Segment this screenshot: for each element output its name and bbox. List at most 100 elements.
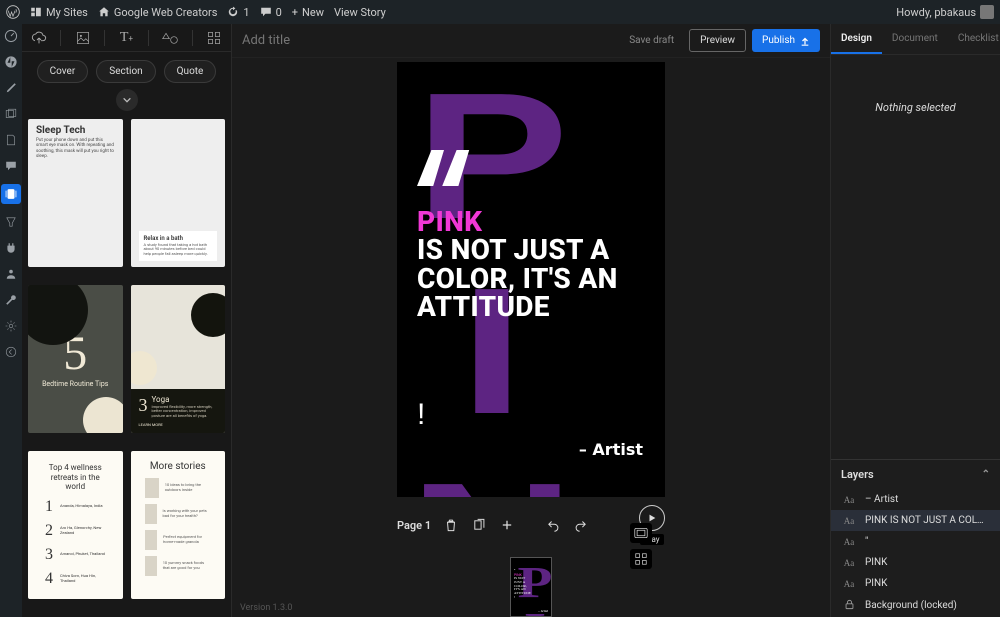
howdy-label: Howdy, pbakaus: [896, 6, 976, 19]
template-card[interactable]: 3 Yoga Improved flexibility, more streng…: [131, 285, 226, 433]
template-grid: Sleep Tech Put your phone down and put t…: [22, 117, 231, 617]
list-num: 2: [44, 522, 54, 540]
page-action-bar: Page 1 Play: [397, 497, 665, 553]
save-draft-button[interactable]: Save draft: [620, 30, 683, 51]
howdy-link[interactable]: Howdy, pbakaus: [896, 5, 994, 19]
quote-text: PINK IS NOT JUST A COLOR, IT'S AN ATTITU…: [417, 208, 645, 322]
rail-appearance[interactable]: [3, 214, 19, 230]
template-title: More stories: [139, 461, 218, 472]
rail-jetpack[interactable]: [3, 54, 19, 70]
tool-shapes[interactable]: [158, 28, 182, 48]
rail-posts[interactable]: [3, 80, 19, 96]
rail-comments[interactable]: [3, 158, 19, 174]
template-card[interactable]: More stories 10 ideas to bring the outdo…: [131, 451, 226, 599]
layer-label: PINK: [865, 557, 990, 568]
tool-upload[interactable]: [27, 28, 51, 48]
list-thumb: [145, 556, 157, 576]
tab-design[interactable]: Design: [831, 24, 882, 54]
page-carousel: PINK “PINKIS NOTJUST ACOLOR,IT'S ANATTIT…: [510, 557, 552, 617]
tool-media[interactable]: [71, 28, 95, 48]
story-canvas[interactable]: PINK PINK IS NOT JUST A COLOR, IT'S AN A…: [397, 62, 665, 497]
chevron-down-icon: [122, 95, 132, 105]
wp-logo[interactable]: [6, 5, 20, 19]
template-card[interactable]: Sleep Tech Put your phone down and put t…: [28, 119, 123, 267]
template-sub: A study found that taking a hot bath abo…: [144, 243, 213, 257]
story-title-input[interactable]: [242, 33, 542, 48]
template-card[interactable]: Relax in a bath A study found that takin…: [131, 119, 226, 267]
text-layer-icon: Aa: [841, 495, 857, 505]
tab-section[interactable]: Section: [96, 60, 155, 83]
avatar: [980, 5, 994, 19]
rail-media[interactable]: [3, 106, 19, 122]
delete-page-button[interactable]: [443, 517, 459, 533]
rail-collapse[interactable]: [3, 344, 19, 360]
float-view-tools: [630, 523, 652, 569]
tool-templates[interactable]: [202, 28, 226, 48]
add-new-link[interactable]: + New: [292, 6, 324, 19]
tab-document[interactable]: Document: [882, 24, 948, 54]
template-title: Top 4 wellness retreats in the world: [42, 463, 109, 492]
sites-icon: [30, 6, 42, 18]
rail-plugins[interactable]: [3, 240, 19, 256]
chevron-up-icon: ⌃: [982, 469, 990, 480]
site-name-link[interactable]: Google Web Creators: [98, 6, 218, 19]
editor-topbar: Save draft Preview Publish: [232, 24, 830, 58]
list-text: Amanoi, Phuket, Thailand: [60, 552, 107, 557]
layer-row[interactable]: AaPINK: [831, 552, 1000, 573]
page-thumbnail[interactable]: PINK “PINKIS NOTJUST ACOLOR,IT'S ANATTIT…: [510, 557, 552, 617]
layer-row[interactable]: AaPINK IS NOT JUST A COLOR, IT'S…: [831, 510, 1000, 531]
view-story-link[interactable]: View Story: [334, 6, 386, 19]
list-text: 10 yummy snack foods that are good for y…: [163, 561, 211, 571]
layer-row[interactable]: Aa– Artist: [831, 489, 1000, 510]
grid-toggle[interactable]: [630, 549, 652, 569]
template-card[interactable]: 5 Bedtime Routine Tips: [28, 285, 123, 433]
list-text: Chiva Som, Hua Hin, Thailand: [60, 574, 107, 584]
list-text: Is working with your pets bad for your h…: [163, 509, 211, 519]
undo-button[interactable]: [545, 517, 561, 533]
expand-toggle[interactable]: [116, 89, 138, 111]
rail-stories[interactable]: [1, 184, 21, 204]
layer-row[interactable]: Aa": [831, 531, 1000, 552]
view-story-label: View Story: [334, 6, 386, 19]
safezone-toggle[interactable]: [630, 523, 652, 543]
tab-cover[interactable]: Cover: [37, 60, 89, 83]
rail-tools[interactable]: [3, 292, 19, 308]
layer-label: PINK IS NOT JUST A COLOR, IT'S…: [865, 515, 990, 526]
publish-label: Publish: [762, 35, 795, 46]
updates-link[interactable]: 1: [227, 6, 249, 19]
layer-label: Background (locked): [865, 600, 990, 611]
my-sites-link[interactable]: My Sites: [30, 6, 88, 19]
library-tools: T+: [22, 24, 231, 52]
inspector-panel: Design Document Checklist Nothing select…: [830, 24, 1000, 617]
comments-link[interactable]: 0: [260, 6, 282, 19]
tab-quote[interactable]: Quote: [164, 60, 217, 83]
add-page-button[interactable]: [499, 517, 515, 533]
rail-dashboard[interactable]: [3, 28, 19, 44]
redo-button[interactable]: [573, 517, 589, 533]
template-card[interactable]: Top 4 wellness retreats in the world 1 An…: [28, 451, 123, 599]
wordpress-icon: [6, 5, 20, 19]
rail-users[interactable]: [3, 266, 19, 282]
wp-admin-bar: My Sites Google Web Creators 1 0 + New V…: [0, 0, 1000, 24]
layer-row[interactable]: AaPINK: [831, 573, 1000, 594]
updates-icon: [227, 6, 239, 18]
text-layer-icon: Aa: [841, 579, 857, 589]
rail-pages[interactable]: [3, 132, 19, 148]
editor-area: Save draft Preview Publish PINK PINK IS …: [232, 24, 830, 617]
duplicate-page-button[interactable]: [471, 517, 487, 533]
list-num: 1: [44, 498, 54, 516]
preview-button[interactable]: Preview: [689, 29, 746, 52]
tab-checklist[interactable]: Checklist: [948, 24, 1000, 54]
list-text: Ananda, Himalaya, India: [60, 504, 107, 509]
nothing-selected-label: Nothing selected: [831, 55, 1000, 160]
publish-button[interactable]: Publish: [752, 29, 820, 52]
layer-row[interactable]: Background (locked): [831, 594, 1000, 617]
tool-text[interactable]: T+: [114, 28, 138, 48]
quote-attribution: – Artist: [579, 440, 643, 459]
rail-settings[interactable]: [3, 318, 19, 334]
layers-header[interactable]: Layers ⌃: [831, 460, 1000, 489]
lock-icon: [841, 599, 857, 612]
template-link: LEARN MORE: [139, 422, 218, 427]
text-layer-icon: Aa: [841, 537, 857, 547]
quote-bang: !: [417, 398, 425, 432]
